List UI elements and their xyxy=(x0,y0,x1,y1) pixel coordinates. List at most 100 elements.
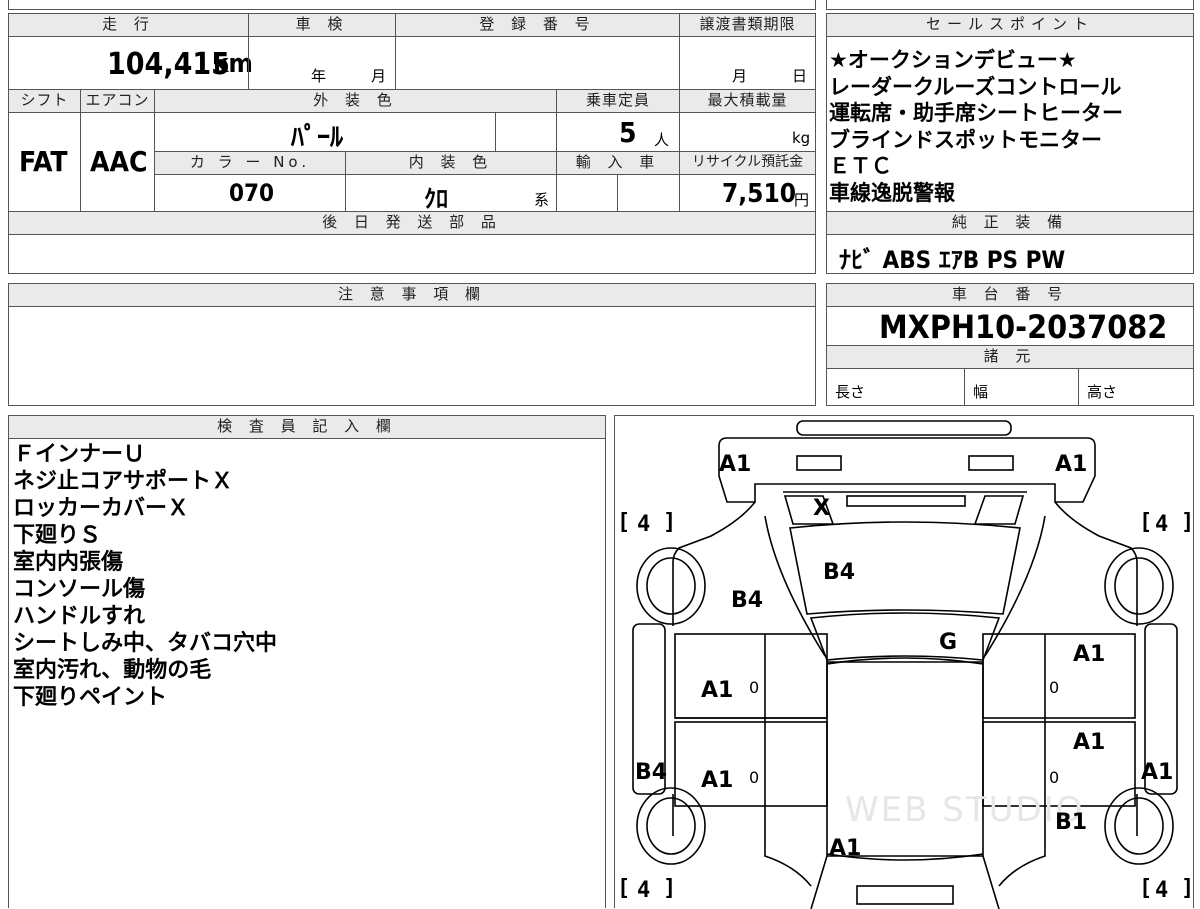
recycle-cell: 7,510 円 xyxy=(679,174,816,212)
import-cell-a xyxy=(556,174,618,212)
interior-color-header: 内 装 色 xyxy=(345,151,557,175)
damage-left-rear-door: A1 xyxy=(701,768,734,793)
interior-color-cell: ｸﾛ 系 xyxy=(345,174,557,213)
sales-point-line-6: 車線逸脱警報 xyxy=(829,181,955,205)
inspection-year-label: 年 xyxy=(311,67,327,85)
transfer-deadline-header: 譲渡書類期限 xyxy=(679,13,816,37)
exterior-color-header: 外 装 色 xyxy=(154,89,557,113)
mileage-cell: 104,415 km xyxy=(8,36,253,90)
color-no-value: 070 xyxy=(229,179,275,207)
inspector-line-8: シートしみ中、タバコ穴中 xyxy=(13,631,278,656)
damage-windshield: X xyxy=(813,496,830,521)
tire-rr-bracket-close: ] xyxy=(1181,876,1195,901)
damage-roof: G xyxy=(939,630,958,655)
spec-height-cell: 高さ xyxy=(1078,368,1194,406)
sales-points-header: セールスポイント xyxy=(826,13,1194,37)
shift-header: シフト xyxy=(8,89,81,113)
sales-point-line-3: 運転席・助手席シートヒーター xyxy=(829,101,1123,125)
recycle-value: 7,510 xyxy=(722,179,796,209)
tire-rl-bracket-close: ] xyxy=(663,876,677,901)
notes-header: 注 意 事 項 欄 xyxy=(8,283,816,307)
shift-cell: FAT xyxy=(8,112,81,212)
import-cell-b xyxy=(617,174,680,212)
tire-rr-value: 4 xyxy=(1155,878,1169,903)
ac-header: エアコン xyxy=(80,89,155,113)
mileage-header: 走 行 xyxy=(8,13,249,37)
later-parts-cell xyxy=(8,234,816,274)
damage-trunk: A1 xyxy=(829,836,862,861)
max-load-unit: kg xyxy=(792,129,811,147)
later-parts-header: 後 日 発 送 部 品 xyxy=(8,211,816,235)
inspector-line-7: ハンドルすれ xyxy=(13,604,146,629)
sales-point-line-2: レーダークルーズコントロール xyxy=(829,75,1122,99)
tire-rl-value: 4 xyxy=(637,878,651,903)
inspector-cell: ＦインナーＵ ネジ止コアサポートＸ ロッカーカバーＸ 下廻りＳ 室内内張傷 コン… xyxy=(8,438,606,908)
damage-right-rocker: A1 xyxy=(1141,760,1174,785)
sales-point-line-4: ブラインドスポットモニター xyxy=(829,128,1102,152)
tire-fr-bracket-close: ] xyxy=(1181,510,1195,535)
damage-hood: B4 xyxy=(823,560,856,585)
zero-marker-4: 0 xyxy=(1049,768,1060,787)
damage-right-rear-door: A1 xyxy=(1073,730,1106,755)
capacity-unit: 人 xyxy=(654,131,670,149)
inspector-line-1: ＦインナーＵ xyxy=(13,442,146,467)
top-sliver-right xyxy=(826,0,1194,10)
ac-value: AAC xyxy=(90,145,148,178)
inspector-line-2: ネジ止コアサポートＸ xyxy=(13,469,234,494)
transfer-month-label: 月 xyxy=(732,67,748,85)
recycle-header: リサイクル預託金 xyxy=(679,151,816,175)
capacity-value: 5 xyxy=(619,116,637,149)
damage-left-front-fender: B4 xyxy=(731,588,764,613)
max-load-cell: kg xyxy=(679,112,816,152)
chassis-header: 車 台 番 号 xyxy=(826,283,1194,307)
registration-cell xyxy=(395,36,680,90)
tire-fl-value: 4 xyxy=(637,512,651,537)
max-load-header: 最大積載量 xyxy=(679,89,816,113)
inspection-cell: 年 月 xyxy=(248,36,396,90)
shift-value: FAT xyxy=(19,145,68,178)
tire-fr-value: 4 xyxy=(1155,512,1169,537)
genuine-equipment-header: 純 正 装 備 xyxy=(826,211,1194,235)
watermark: WEB STUDIO xyxy=(845,790,1084,830)
capacity-header: 乗車定員 xyxy=(556,89,680,113)
spec-width-cell: 幅 xyxy=(964,368,1079,406)
damage-front-right: A1 xyxy=(1055,452,1088,477)
exterior-color-cell: ﾊﾟｰﾙ xyxy=(154,112,496,153)
inspector-header: 検 査 員 記 入 欄 xyxy=(8,415,606,439)
zero-marker-3: 0 xyxy=(749,768,760,787)
tire-fl-bracket-close: ] xyxy=(663,510,677,535)
notes-cell xyxy=(8,306,816,406)
spec-length-cell: 長さ xyxy=(826,368,965,406)
inspector-line-10: 下廻りペイント xyxy=(13,685,168,710)
inspector-line-3: ロッカーカバーＸ xyxy=(13,496,190,521)
exterior-color-extra xyxy=(495,112,557,152)
inspector-line-6: コンソール傷 xyxy=(13,577,146,602)
car-diagram-frame: WEB STUDIO [ 4 ] [ 4 ] [ 4 ] [ 4 ] A1 A1… xyxy=(614,415,1195,909)
genuine-equipment-value: ﾅﾋﾞ ABS ｴｱB PS PW xyxy=(839,246,1066,274)
color-no-header: カ ラ ー No. xyxy=(154,151,346,175)
car-diagram: WEB STUDIO xyxy=(632,420,1178,909)
spec-height-label: 高さ xyxy=(1087,383,1118,401)
damage-left-front-door: A1 xyxy=(701,678,734,703)
mileage-unit: km xyxy=(213,49,253,79)
interior-color-suffix: 系 xyxy=(534,191,550,209)
capacity-cell: 5 人 xyxy=(556,112,680,152)
transfer-day-label: 日 xyxy=(792,67,808,85)
zero-marker-2: 0 xyxy=(1049,678,1060,697)
inspector-line-4: 下廻りＳ xyxy=(13,523,102,548)
sales-point-line-1: ★オークションデビュー★ xyxy=(829,48,1077,72)
top-sliver xyxy=(8,0,816,10)
damage-front-left: A1 xyxy=(719,452,752,477)
import-header: 輸 入 車 xyxy=(556,151,680,175)
tire-fl-bracket-open: [ xyxy=(617,510,631,535)
tire-rr-bracket-open: [ xyxy=(1139,876,1153,901)
tire-rl-bracket-open: [ xyxy=(617,876,631,901)
damage-left-rocker: B4 xyxy=(635,760,668,785)
sales-points-body: ★オークションデビュー★ レーダークルーズコントロール 運転席・助手席シートヒー… xyxy=(826,36,1194,212)
inspection-month-label: 月 xyxy=(371,67,387,85)
spec-length-label: 長さ xyxy=(835,383,866,401)
inspector-line-9: 室内汚れ、動物の毛 xyxy=(13,658,212,683)
ac-cell: AAC xyxy=(80,112,155,212)
spec-width-label: 幅 xyxy=(973,383,989,401)
spec-header: 諸 元 xyxy=(826,345,1194,369)
